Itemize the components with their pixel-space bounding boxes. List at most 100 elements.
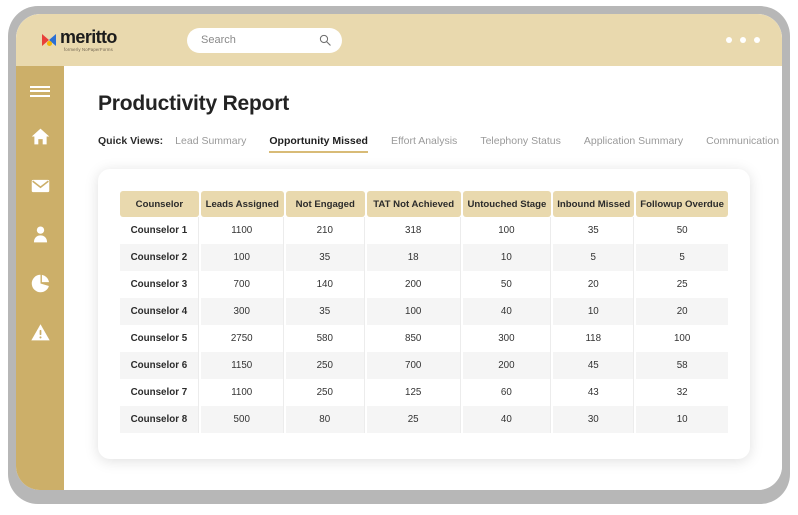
- cell-value: 10: [636, 406, 728, 433]
- cell-value: 1100: [200, 379, 284, 406]
- cell-value: 18: [366, 244, 461, 271]
- sidebar: [16, 66, 64, 490]
- cell-value: 2750: [200, 325, 284, 352]
- hamburger-menu-icon[interactable]: [29, 80, 51, 102]
- cell-value: 300: [200, 298, 284, 325]
- tab-lead-summary[interactable]: Lead Summary: [175, 135, 246, 151]
- envelope-icon: [31, 179, 49, 192]
- pie-chart-icon: [31, 274, 49, 292]
- cell-value: 200: [366, 271, 461, 298]
- table-header-row: Counselor Leads Assigned Not Engaged TAT…: [120, 191, 728, 217]
- cell-value: 580: [285, 325, 365, 352]
- cell-value: 25: [636, 271, 728, 298]
- col-untouched-stage[interactable]: Untouched Stage: [462, 191, 552, 217]
- table-row[interactable]: Counselor 1 1100 210 318 100 35 50: [120, 217, 728, 244]
- cell-value: 20: [553, 271, 635, 298]
- col-tat-not-achieved[interactable]: TAT Not Achieved: [366, 191, 461, 217]
- top-brand-bar: meritto formerly NoPaperForms: [16, 14, 782, 66]
- tab-telephony-status[interactable]: Telephony Status: [480, 135, 561, 151]
- cell-value: 32: [636, 379, 728, 406]
- cell-value: 100: [462, 217, 552, 244]
- table-row[interactable]: Counselor 2 100 35 18 10 5 5: [120, 244, 728, 271]
- col-leads-assigned[interactable]: Leads Assigned: [200, 191, 284, 217]
- col-followup-overdue[interactable]: Followup Overdue: [636, 191, 728, 217]
- cell-value: 500: [200, 406, 284, 433]
- cell-value: 20: [636, 298, 728, 325]
- cell-value: 50: [462, 271, 552, 298]
- logo-wordmark: meritto: [60, 26, 117, 47]
- cell-counselor-name: Counselor 3: [120, 271, 199, 298]
- cell-value: 43: [553, 379, 635, 406]
- cell-value: 125: [366, 379, 461, 406]
- cell-value: 1100: [200, 217, 284, 244]
- brand-logo[interactable]: meritto formerly NoPaperForms: [42, 28, 162, 52]
- table-row[interactable]: Counselor 6 1150 250 700 200 45 58: [120, 352, 728, 379]
- sidebar-item-profile[interactable]: [29, 223, 51, 245]
- cell-value: 45: [553, 352, 635, 379]
- cell-counselor-name: Counselor 1: [120, 217, 199, 244]
- tab-application-summary[interactable]: Application Summary: [584, 135, 683, 151]
- cell-value: 30: [553, 406, 635, 433]
- tab-effort-analysis[interactable]: Effort Analysis: [391, 135, 457, 151]
- alert-triangle-icon: [30, 323, 50, 340]
- cell-value: 700: [200, 271, 284, 298]
- cell-counselor-name: Counselor 8: [120, 406, 199, 433]
- cell-value: 5: [636, 244, 728, 271]
- meritto-logo-icon: [42, 32, 57, 47]
- productivity-table: Counselor Leads Assigned Not Engaged TAT…: [118, 191, 730, 433]
- cell-value: 100: [636, 325, 728, 352]
- quick-views-label: Quick Views:: [98, 135, 164, 147]
- cell-value: 250: [285, 379, 365, 406]
- cell-value: 40: [462, 298, 552, 325]
- search-input[interactable]: [187, 27, 307, 53]
- sidebar-item-home[interactable]: [29, 125, 51, 147]
- cell-value: 35: [553, 217, 635, 244]
- cell-value: 200: [462, 352, 552, 379]
- table-row[interactable]: Counselor 7 1100 250 125 60 43 32: [120, 379, 728, 406]
- window-dot-3[interactable]: [754, 37, 760, 43]
- col-not-engaged[interactable]: Not Engaged: [285, 191, 365, 217]
- window-controls: [726, 37, 760, 43]
- cell-value: 10: [553, 298, 635, 325]
- device-screen: meritto formerly NoPaperForms Search Pro…: [16, 14, 782, 490]
- tab-communication-status[interactable]: Communication Status: [706, 135, 782, 151]
- logo-tagline: formerly NoPaperForms: [63, 46, 113, 53]
- cell-value: 250: [285, 352, 365, 379]
- sidebar-item-alerts[interactable]: [29, 321, 51, 343]
- window-dot-1[interactable]: [726, 37, 732, 43]
- table-row[interactable]: Counselor 3 700 140 200 50 20 25: [120, 271, 728, 298]
- table-body: Counselor 1 1100 210 318 100 35 50 Counselor 21…: [120, 217, 728, 433]
- cell-value: 140: [285, 271, 365, 298]
- cell-value: 318: [366, 217, 461, 244]
- cell-value: 35: [285, 298, 365, 325]
- cell-value: 700: [366, 352, 461, 379]
- sidebar-item-reports[interactable]: [29, 272, 51, 294]
- table-row[interactable]: Counselor 4 300 35 100 40 10 20: [120, 298, 728, 325]
- cell-value: 80: [285, 406, 365, 433]
- col-counselor[interactable]: Counselor: [120, 191, 199, 217]
- cell-value: 50: [636, 217, 728, 244]
- table-card: Counselor Leads Assigned Not Engaged TAT…: [98, 169, 750, 459]
- col-inbound-missed[interactable]: Inbound Missed: [553, 191, 635, 217]
- tab-opportunity-missed[interactable]: Opportunity Missed: [269, 135, 368, 153]
- user-icon: [33, 225, 47, 242]
- cell-value: 300: [462, 325, 552, 352]
- table-row[interactable]: Counselor 5 2750 580 850 300 118 100: [120, 325, 728, 352]
- search-icon[interactable]: [319, 34, 331, 46]
- cell-value: 60: [462, 379, 552, 406]
- cell-value: 100: [200, 244, 284, 271]
- cell-value: 58: [636, 352, 728, 379]
- cell-value: 100: [366, 298, 461, 325]
- device-frame: meritto formerly NoPaperForms Search Pro…: [8, 6, 790, 504]
- cell-counselor-name: Counselor 5: [120, 325, 199, 352]
- search-box[interactable]: [187, 27, 342, 53]
- table-head: Counselor Leads Assigned Not Engaged TAT…: [120, 191, 728, 217]
- table-row[interactable]: Counselor 8 500 80 25 40 30 10: [120, 406, 728, 433]
- sidebar-item-mail[interactable]: [29, 174, 51, 196]
- window-dot-2[interactable]: [740, 37, 746, 43]
- main-content: Productivity Report Quick Views: Lead Su…: [64, 66, 782, 490]
- cell-counselor-name: Counselor 4: [120, 298, 199, 325]
- quick-views-bar: Quick Views: Lead Summary Opportunity Mi…: [98, 135, 782, 153]
- cell-value: 850: [366, 325, 461, 352]
- page-title: Productivity Report: [98, 92, 290, 115]
